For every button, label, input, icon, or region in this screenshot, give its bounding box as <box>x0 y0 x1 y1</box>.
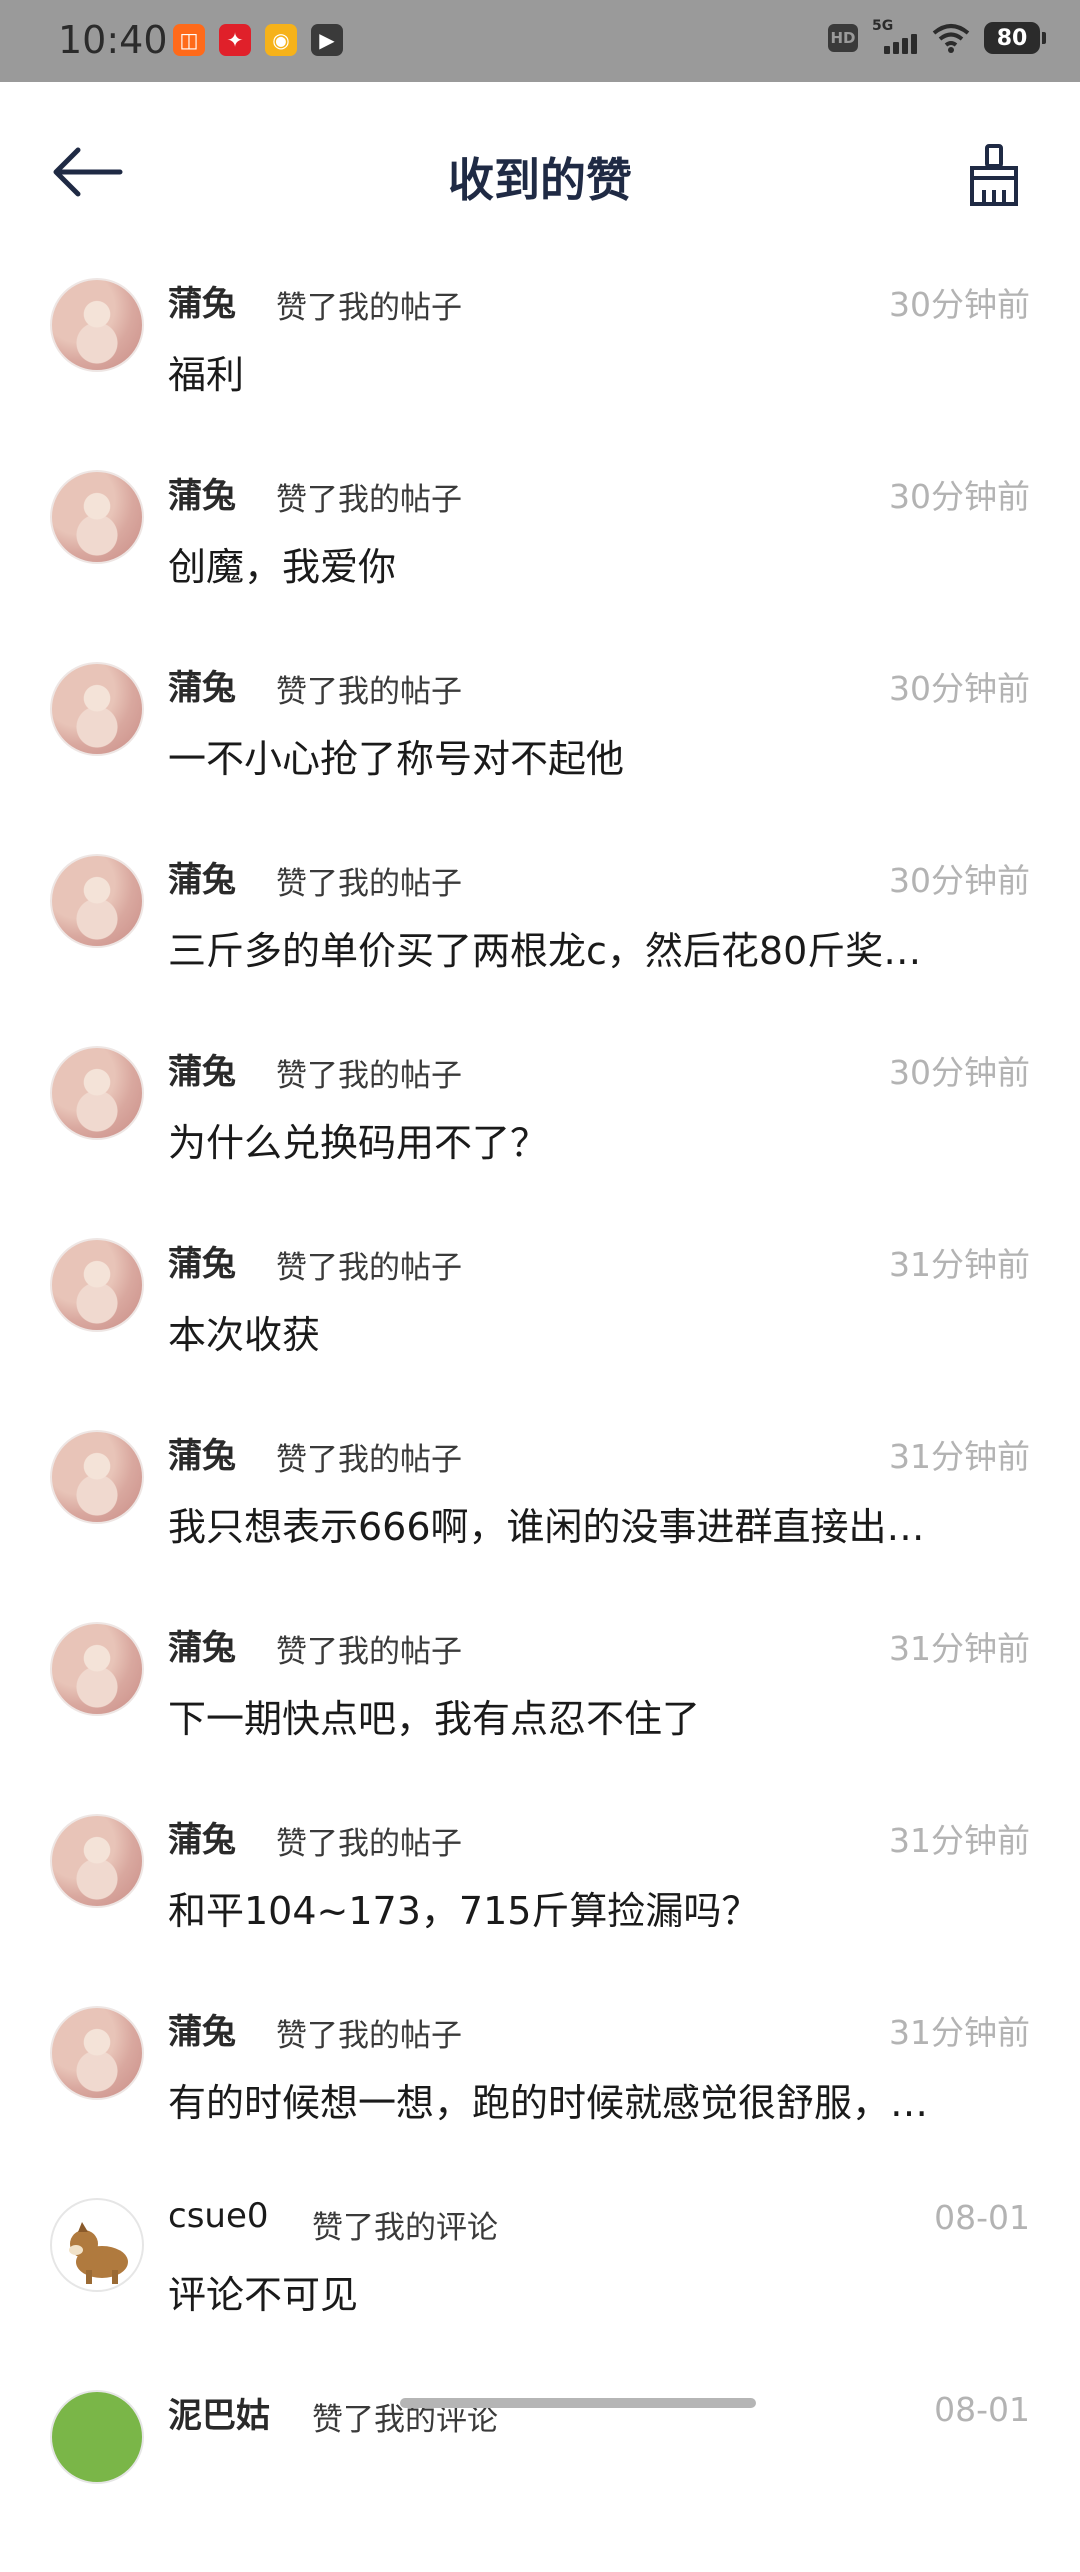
avatar[interactable] <box>50 1814 144 1908</box>
network-label: 5G <box>872 18 893 34</box>
user-name[interactable]: 蒲兔 <box>168 852 236 901</box>
post-content[interactable]: 本次收获 <box>168 1304 1008 1359</box>
hd-badge: HD <box>828 24 858 52</box>
like-action: 赞了我的帖子 <box>276 1242 462 1287</box>
home-indicator[interactable] <box>400 2398 756 2408</box>
like-time: 31分钟前 <box>889 1814 1030 1862</box>
user-name[interactable]: 蒲兔 <box>168 276 236 325</box>
like-action: 赞了我的帖子 <box>276 282 462 327</box>
avatar[interactable] <box>50 1622 144 1716</box>
signal-icon: 5G <box>872 22 918 54</box>
list-item[interactable]: 蒲兔 赞了我的帖子 31分钟前 下一期快点吧，我有点忍不住了 <box>0 1612 1080 1804</box>
broom-icon[interactable] <box>966 144 1022 206</box>
like-action: 赞了我的帖子 <box>276 1434 462 1479</box>
avatar[interactable] <box>50 2006 144 2100</box>
like-action: 赞了我的评论 <box>312 2202 498 2247</box>
user-name[interactable]: 蒲兔 <box>168 468 236 517</box>
user-name[interactable]: 泥巴姑 <box>168 2388 270 2437</box>
page-header: 收到的赞 <box>0 82 1080 268</box>
like-action: 赞了我的帖子 <box>276 1626 462 1671</box>
battery-indicator: 80 <box>984 22 1040 54</box>
likes-list: 蒲兔 赞了我的帖子 30分钟前 福利 蒲兔 赞了我的帖子 30分钟前 创魔，我爱… <box>0 268 1080 2572</box>
like-action: 赞了我的帖子 <box>276 1818 462 1863</box>
like-action: 赞了我的帖子 <box>276 858 462 903</box>
like-time: 31分钟前 <box>889 2006 1030 2054</box>
list-item[interactable]: 蒲兔 赞了我的帖子 31分钟前 我只想表示666啊，谁闲的没事进群直接出… <box>0 1420 1080 1612</box>
like-time: 08-01 <box>934 2390 1030 2429</box>
user-name[interactable]: 蒲兔 <box>168 1236 236 1285</box>
list-item[interactable]: 蒲兔 赞了我的帖子 30分钟前 三斤多的单价买了两根龙c，然后花80斤奖… <box>0 844 1080 1036</box>
like-time: 31分钟前 <box>889 1622 1030 1670</box>
post-content[interactable]: 有的时候想一想，跑的时候就感觉很舒服，… <box>168 2072 1008 2127</box>
app-icon-1: ◫ <box>173 24 205 56</box>
avatar[interactable] <box>50 2390 144 2484</box>
like-action: 赞了我的帖子 <box>276 474 462 519</box>
user-name[interactable]: 蒲兔 <box>168 1428 236 1477</box>
status-indicators: HD 5G 80 <box>828 22 1040 54</box>
user-name[interactable]: 蒲兔 <box>168 1044 236 1093</box>
user-name[interactable]: 蒲兔 <box>168 1620 236 1669</box>
post-content[interactable]: 下一期快点吧，我有点忍不住了 <box>168 1688 1008 1743</box>
avatar[interactable] <box>50 278 144 372</box>
like-action: 赞了我的帖子 <box>276 2010 462 2055</box>
status-app-icons: ◫ ✦ ◉ ▶ <box>173 24 343 56</box>
like-time: 31分钟前 <box>889 1430 1030 1478</box>
page-title: 收到的赞 <box>0 144 1080 210</box>
user-name[interactable]: 蒲兔 <box>168 1812 236 1861</box>
like-time: 31分钟前 <box>889 1238 1030 1286</box>
like-action: 赞了我的帖子 <box>276 1050 462 1095</box>
dog-avatar-icon <box>52 2200 144 2292</box>
list-item[interactable]: 蒲兔 赞了我的帖子 31分钟前 和平104~173，715斤算捡漏吗？ <box>0 1804 1080 1996</box>
like-time: 30分钟前 <box>889 278 1030 326</box>
avatar[interactable] <box>50 1046 144 1140</box>
post-content[interactable]: 一不小心抢了称号对不起他 <box>168 728 1008 783</box>
list-item[interactable]: csue0 赞了我的评论 08-01 评论不可见 <box>0 2188 1080 2380</box>
status-bar: 10:40 ◫ ✦ ◉ ▶ HD 5G 80 <box>0 0 1080 82</box>
post-content[interactable]: 为什么兑换码用不了？ <box>168 1112 1008 1167</box>
wifi-icon <box>932 23 970 53</box>
avatar[interactable] <box>50 1430 144 1524</box>
avatar[interactable] <box>50 470 144 564</box>
post-content[interactable]: 福利 <box>168 344 1008 399</box>
like-action: 赞了我的帖子 <box>276 666 462 711</box>
user-name[interactable]: 蒲兔 <box>168 2004 236 2053</box>
list-item[interactable]: 蒲兔 赞了我的帖子 30分钟前 创魔，我爱你 <box>0 460 1080 652</box>
play-icon: ▶ <box>311 24 343 56</box>
list-item[interactable]: 蒲兔 赞了我的帖子 30分钟前 一不小心抢了称号对不起他 <box>0 652 1080 844</box>
user-name[interactable]: csue0 <box>168 2196 269 2236</box>
list-item[interactable]: 蒲兔 赞了我的帖子 30分钟前 为什么兑换码用不了？ <box>0 1036 1080 1228</box>
avatar[interactable] <box>50 2198 144 2292</box>
app-icon-2: ✦ <box>219 24 251 56</box>
post-content[interactable]: 三斤多的单价买了两根龙c，然后花80斤奖… <box>168 920 1008 975</box>
list-item[interactable]: 蒲兔 赞了我的帖子 31分钟前 本次收获 <box>0 1228 1080 1420</box>
avatar[interactable] <box>50 662 144 756</box>
like-time: 08-01 <box>934 2198 1030 2237</box>
like-time: 30分钟前 <box>889 662 1030 710</box>
status-time: 10:40 <box>58 18 168 62</box>
avatar[interactable] <box>50 854 144 948</box>
post-content[interactable]: 创魔，我爱你 <box>168 536 1008 591</box>
weibo-icon: ◉ <box>265 24 297 56</box>
post-content[interactable]: 和平104~173，715斤算捡漏吗？ <box>168 1880 1008 1935</box>
avatar[interactable] <box>50 1238 144 1332</box>
like-time: 30分钟前 <box>889 854 1030 902</box>
list-item[interactable]: 蒲兔 赞了我的帖子 31分钟前 有的时候想一想，跑的时候就感觉很舒服，… <box>0 1996 1080 2188</box>
comment-content[interactable]: 评论不可见 <box>168 2264 1008 2319</box>
like-time: 30分钟前 <box>889 470 1030 518</box>
list-item[interactable]: 蒲兔 赞了我的帖子 30分钟前 福利 <box>0 268 1080 460</box>
user-name[interactable]: 蒲兔 <box>168 660 236 709</box>
post-content[interactable]: 我只想表示666啊，谁闲的没事进群直接出… <box>168 1496 1008 1551</box>
like-time: 30分钟前 <box>889 1046 1030 1094</box>
list-item[interactable]: 泥巴姑 赞了我的评论 08-01 <box>0 2380 1080 2572</box>
